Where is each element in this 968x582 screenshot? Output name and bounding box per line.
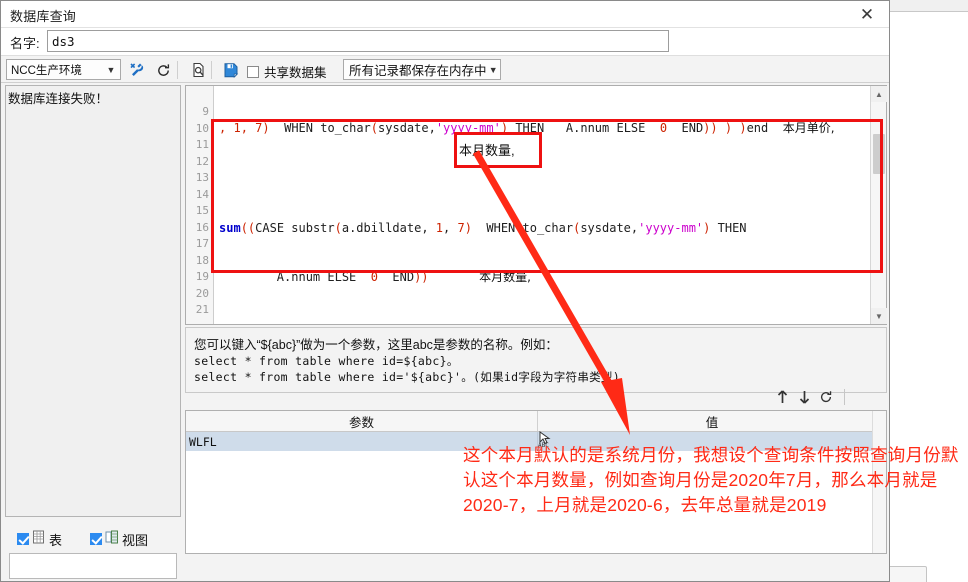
gutter-line: 12 <box>195 154 209 168</box>
toolbar: NCC生产环境 ▼ 共享数据集 所有记录都保存在内存中 ▼ <box>1 55 889 83</box>
gutter-line: 19 <box>195 270 209 283</box>
hint-line-2: select * from table where id=${abc}。 <box>194 354 459 368</box>
filter-view-label: 视图 <box>122 532 149 548</box>
toolbar-divider <box>211 61 212 79</box>
editor-code-area[interactable]: , 1, 7) WHEN to_char(sysdate,'yyyy-mm') … <box>215 86 869 324</box>
database-object-panel[interactable]: 数据库连接失败！ <box>5 85 181 517</box>
name-row: 名字: <box>1 28 889 55</box>
parameter-table-scrollbar[interactable] <box>872 411 886 553</box>
hint-line-3: select * from table where id='${abc}'。(如… <box>194 370 620 384</box>
parameter-toolbar <box>185 385 887 409</box>
code-line: sum((CASE substr(a.dbilldate, 1, 7) WHEN… <box>219 220 747 235</box>
save-document-icon[interactable] <box>219 59 243 81</box>
gutter-line: 10 <box>195 121 209 135</box>
screen-root: 数据库查询 ✕ 名字: NCC生产环境 ▼ <box>0 0 968 582</box>
arrow-down-icon[interactable] <box>793 387 815 407</box>
gutter-line: 15 <box>195 204 209 217</box>
close-icon[interactable]: ✕ <box>847 2 887 27</box>
gutter-line: 16 <box>195 220 209 234</box>
column-header-param[interactable]: 参数 <box>186 411 538 431</box>
view-icon <box>105 530 119 549</box>
cell-value[interactable] <box>538 432 886 451</box>
background-app-surface <box>893 12 968 582</box>
table-icon <box>32 530 46 549</box>
filter-table-checkbox[interactable]: 表 <box>17 530 62 549</box>
name-label: 名字: <box>10 36 40 51</box>
table-row[interactable]: WLFL <box>186 432 886 451</box>
editor-vertical-scrollbar[interactable]: ▲ ▼ <box>870 86 887 324</box>
gutter-line: 13 <box>195 171 209 184</box>
object-type-filters: 表 视图 <box>5 525 181 553</box>
toolbar-divider <box>844 389 845 405</box>
refresh-icon[interactable] <box>815 387 837 407</box>
chevron-down-icon: ▼ <box>106 64 116 75</box>
gutter-line: 21 <box>195 303 209 316</box>
dialog-title: 数据库查询 <box>10 9 77 24</box>
object-filter-input[interactable] <box>9 553 177 579</box>
column-header-value[interactable]: 值 <box>538 411 886 431</box>
filter-table-checkbox-box[interactable] <box>17 533 29 545</box>
dataset-name-input[interactable] <box>47 30 669 52</box>
wrench-tools-icon[interactable] <box>125 59 149 81</box>
preview-document-icon[interactable] <box>187 59 211 81</box>
sql-editor[interactable]: 9 10 11 12 13 14 15 16 17 18 19 20 21 , … <box>185 85 887 325</box>
chevron-down-icon[interactable]: ▼ <box>871 308 887 324</box>
memory-mode-value: 所有记录都保存在内存中 <box>349 64 487 78</box>
filter-view-checkbox-box[interactable] <box>90 533 103 545</box>
gutter-line: 11 <box>195 138 209 151</box>
parameter-table-header: 参数 值 <box>186 411 886 432</box>
share-dataset-label: 共享数据集 <box>264 66 327 80</box>
dialog-titlebar: 数据库查询 ✕ <box>1 1 889 28</box>
toolbar-divider <box>177 61 178 79</box>
code-line: , 1, 7) WHEN to_char(sysdate,'yyyy-mm') … <box>219 121 835 135</box>
hint-line-1: 您可以键入“${abc}”做为一个参数，这里abc是参数的名称。例如： <box>194 338 558 352</box>
refresh-icon[interactable] <box>151 59 175 81</box>
scrollbar-thumb[interactable] <box>873 134 885 174</box>
filter-table-label: 表 <box>49 532 63 548</box>
filter-view-checkbox[interactable]: 视图 <box>90 530 148 549</box>
share-dataset-checkbox-box[interactable] <box>247 65 259 78</box>
chevron-down-icon: ▼ <box>488 64 498 75</box>
parameter-table[interactable]: 参数 值 WLFL <box>185 410 887 554</box>
gutter-line: 20 <box>195 286 209 300</box>
editor-gutter: 9 10 11 12 13 14 15 16 17 18 19 20 21 <box>186 86 214 324</box>
gutter-line: 9 <box>202 105 209 118</box>
cell-param[interactable]: WLFL <box>186 432 538 451</box>
database-query-dialog: 数据库查询 ✕ 名字: NCC生产环境 ▼ <box>0 0 890 582</box>
memory-mode-select[interactable]: 所有记录都保存在内存中 ▼ <box>343 59 501 80</box>
gutter-line: 14 <box>195 187 209 201</box>
connection-select[interactable]: NCC生产环境 ▼ <box>6 59 121 80</box>
gutter-line: 17 <box>195 237 209 250</box>
arrow-up-icon[interactable] <box>771 387 793 407</box>
parameter-hint-box: 您可以键入“${abc}”做为一个参数，这里abc是参数的名称。例如： sele… <box>185 327 887 393</box>
share-dataset-checkbox[interactable]: 共享数据集 <box>247 62 327 81</box>
code-line: A.nnum ELSE 0 END)) 本月数量, <box>219 270 531 284</box>
connection-error-message: 数据库连接失败！ <box>8 92 109 106</box>
chevron-up-icon[interactable]: ▲ <box>871 86 887 102</box>
connection-select-value: NCC生产环境 <box>11 64 82 77</box>
gutter-line: 18 <box>195 253 209 267</box>
